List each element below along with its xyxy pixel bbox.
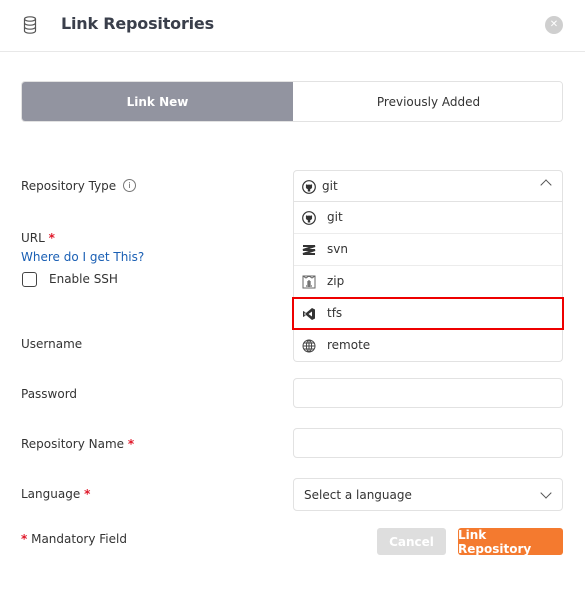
repository-name-label: Repository Name *: [21, 437, 134, 451]
mandatory-text: Mandatory Field: [27, 532, 127, 546]
url-label: URL *: [21, 231, 55, 245]
password-input[interactable]: [293, 378, 563, 408]
option-label: tfs: [327, 306, 343, 320]
repository-type-select[interactable]: git: [293, 170, 563, 202]
option-label: svn: [327, 242, 348, 256]
where-do-i-get-this-link[interactable]: Where do I get This?: [21, 250, 144, 264]
option-svn[interactable]: svn: [294, 234, 562, 266]
language-placeholder: Select a language: [304, 488, 412, 502]
tab-bar: Link New Previously Added: [21, 81, 563, 122]
required-star: *: [48, 231, 55, 245]
option-label: git: [327, 210, 343, 224]
link-repository-button[interactable]: Link Repository: [458, 528, 563, 556]
database-icon: [23, 16, 37, 34]
option-remote[interactable]: remote: [294, 330, 562, 362]
required-star: *: [84, 487, 91, 501]
url-label-text: URL: [21, 231, 45, 245]
option-zip[interactable]: zip: [294, 266, 562, 298]
close-icon[interactable]: ✕: [545, 16, 563, 34]
tab-link-new[interactable]: Link New: [22, 82, 293, 121]
tab-previously-added[interactable]: Previously Added: [293, 82, 562, 121]
visual-studio-icon: [302, 307, 316, 321]
language-label: Language *: [21, 487, 90, 501]
github-icon: [302, 211, 316, 225]
chevron-up-icon: [540, 179, 552, 191]
repository-type-dropdown: git svn zip tfs remote: [293, 202, 563, 362]
option-git[interactable]: git: [294, 202, 562, 234]
chevron-down-icon: [540, 487, 552, 499]
cancel-button[interactable]: Cancel: [377, 528, 446, 555]
required-star: *: [127, 437, 135, 451]
dialog-title: Link Repositories: [61, 14, 214, 33]
enable-ssh-label: Enable SSH: [49, 272, 118, 286]
globe-icon: [302, 339, 316, 353]
option-label: remote: [327, 338, 371, 352]
svn-icon: [302, 243, 316, 257]
mandatory-field-note: * Mandatory Field: [21, 532, 127, 546]
enable-ssh-checkbox[interactable]: [22, 272, 37, 287]
github-icon: [302, 180, 316, 194]
language-select[interactable]: Select a language: [293, 478, 563, 511]
dialog-header: Link Repositories ✕: [0, 0, 585, 52]
repository-name-input[interactable]: [293, 428, 563, 458]
option-tfs[interactable]: tfs: [294, 298, 562, 330]
password-label: Password: [21, 387, 78, 401]
selected-repository-type: git: [322, 179, 338, 193]
repository-name-label-text: Repository Name: [21, 437, 125, 451]
option-label: zip: [327, 274, 345, 288]
info-icon[interactable]: i: [123, 179, 136, 192]
zip-icon: [302, 275, 316, 289]
language-label-text: Language: [21, 487, 81, 501]
username-label: Username: [21, 337, 83, 351]
repository-type-label: Repository Type: [21, 179, 117, 193]
